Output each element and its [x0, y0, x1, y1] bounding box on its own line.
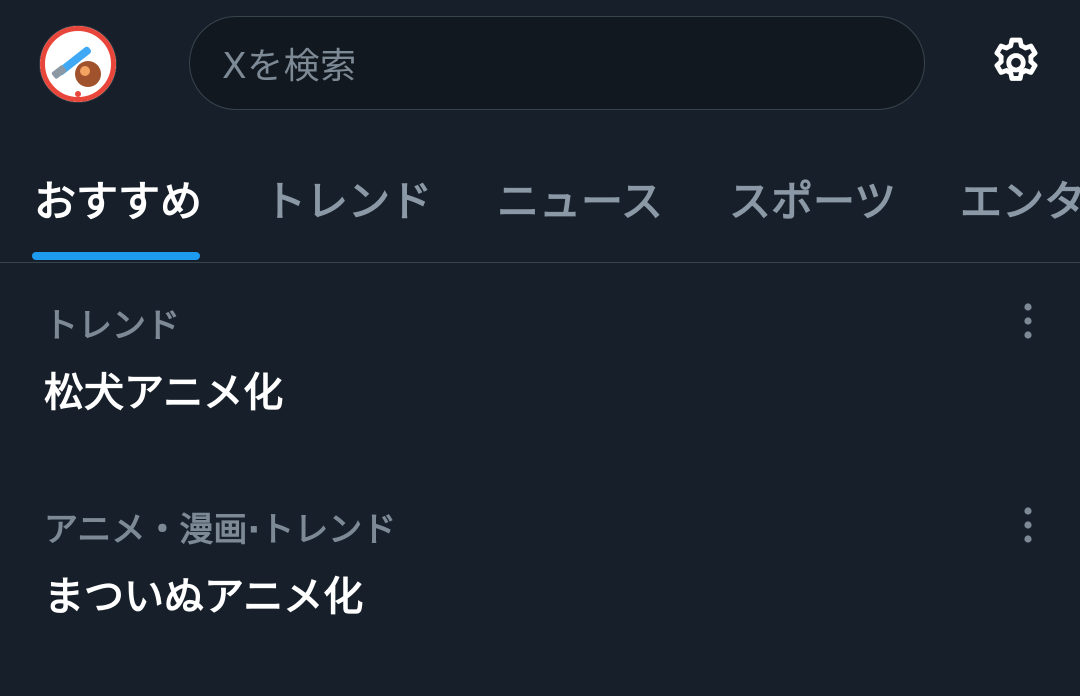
settings-button[interactable]: [986, 33, 1046, 93]
more-options-button[interactable]: [1008, 499, 1048, 551]
avatar-image: [40, 26, 116, 102]
trend-context: トレンド: [44, 306, 180, 346]
trend-item[interactable]: アニメ・漫画·トレンド まついぬアニメ化: [0, 484, 1080, 684]
tab-recommended[interactable]: おすすめ: [34, 174, 202, 230]
tab-news[interactable]: ニュース: [497, 174, 663, 230]
trend-title: 松犬アニメ化: [44, 370, 284, 416]
more-options-button[interactable]: [1008, 295, 1048, 347]
trend-context: アニメ・漫画·トレンド: [44, 510, 397, 550]
avatar[interactable]: [40, 26, 116, 102]
more-vertical-icon: [1024, 507, 1032, 543]
search-bar[interactable]: Xを検索: [189, 16, 925, 110]
tab-sports[interactable]: スポーツ: [729, 174, 896, 230]
gear-icon: [994, 37, 1038, 81]
search-placeholder: Xを検索: [222, 46, 357, 87]
trend-item[interactable]: トレンド 松犬アニメ化: [0, 280, 1080, 480]
tab-trending[interactable]: トレンド: [264, 174, 432, 230]
tab-bar: おすすめ トレンド ニュース スポーツ エンタ: [0, 150, 1080, 263]
tab-entertainment[interactable]: エンタ: [960, 174, 1080, 230]
explore-screen: Xを検索 おすすめ トレンド ニュース スポーツ エンタ トレンド 松犬アニメ化…: [0, 0, 1080, 696]
trend-title: まついぬアニメ化: [44, 574, 364, 620]
top-bar: Xを検索: [0, 0, 1080, 130]
active-tab-indicator: [32, 252, 200, 260]
more-vertical-icon: [1024, 303, 1032, 339]
